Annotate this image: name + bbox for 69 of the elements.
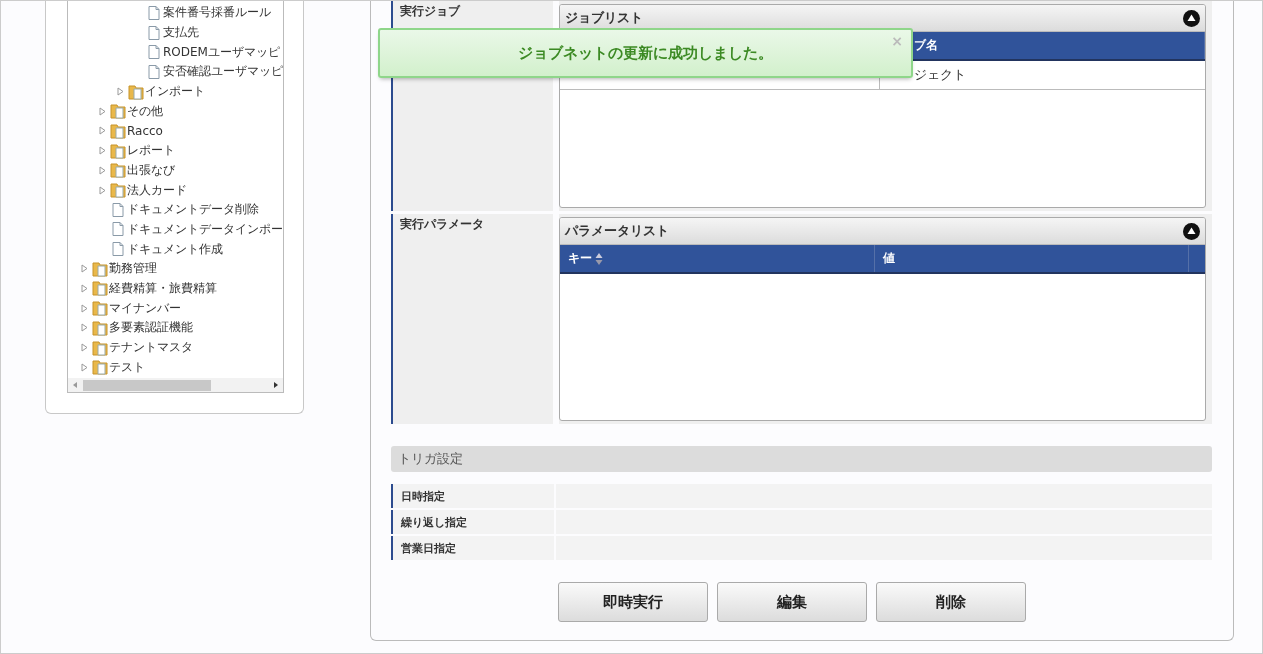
tree-item[interactable]: レポート [127,142,175,160]
expand-arrow-icon[interactable] [80,362,88,372]
document-icon [146,44,162,61]
folder-icon [128,83,144,100]
expand-arrow-icon[interactable] [80,323,88,333]
tree-item[interactable]: 法人カード [127,181,187,199]
expand-arrow-icon[interactable] [98,126,106,136]
folder-icon [92,260,108,277]
tree-item[interactable]: テスト [109,358,145,376]
collapse-icon[interactable] [1183,222,1200,240]
document-icon [110,221,126,238]
expand-arrow-icon[interactable] [98,106,106,116]
document-icon [146,4,162,21]
tree-item[interactable]: 案件番号採番ルール [163,4,271,22]
field-label: 繰り返し指定 [391,510,554,534]
section-header: トリガ設定 [391,446,1212,472]
expand-arrow-icon[interactable] [98,185,106,195]
tree-item[interactable]: その他 [127,102,163,120]
folder-icon [110,182,126,199]
tree-item[interactable]: マイナンバー [109,299,181,317]
field-label: 営業日指定 [391,536,554,560]
action-button[interactable]: 即時実行 [557,582,708,622]
list-title: ジョブリスト [565,9,643,27]
list-title: パラメータリスト [565,222,669,240]
expand-arrow-icon[interactable] [80,283,88,293]
tree-item[interactable]: ドキュメント作成 [127,240,223,258]
document-icon [146,63,162,80]
collapse-icon[interactable] [1183,9,1200,27]
expand-arrow-icon[interactable] [80,303,88,313]
tree-item[interactable]: 安否確認ユーザマッピ [163,63,283,81]
scroll-left-icon[interactable] [71,380,79,390]
expand-arrow-icon[interactable] [98,165,106,175]
tree-item[interactable]: 経費精算・旅費精算 [109,279,217,297]
folder-icon [110,142,126,159]
field-label: 日時指定 [391,484,554,508]
document-icon [146,24,162,41]
folder-icon [110,122,126,139]
folder-icon [92,319,108,336]
tree-item[interactable]: RODEMユーザマッピ [163,43,280,61]
folder-icon [92,280,108,297]
document-icon [110,241,126,258]
column-header[interactable]: 値 [874,245,1189,272]
tree-item[interactable]: ドキュメントデータ削除 [127,201,259,219]
folder-icon [92,300,108,317]
action-button[interactable]: 削除 [875,582,1026,622]
expand-arrow-icon[interactable] [116,87,124,97]
folder-icon [110,162,126,179]
document-icon [110,201,126,218]
tree-item[interactable]: テナントマスタ [109,339,193,357]
action-button[interactable]: 編集 [716,582,867,622]
tree-item[interactable]: ドキュメントデータインポー [127,220,283,238]
sort-icon[interactable] [595,251,603,266]
field-label: 実行パラメータ [391,214,553,424]
folder-icon [110,103,126,120]
expand-arrow-icon[interactable] [80,343,88,353]
tree-item[interactable]: Racco [127,123,163,138]
folder-icon [92,339,108,356]
tree-item[interactable]: 多要素認証機能 [109,319,193,337]
table-cell-text: ジェクト [913,66,966,84]
tree-item[interactable]: 勤務管理 [109,260,157,278]
column-header[interactable]: キー [560,245,875,272]
expand-arrow-icon[interactable] [98,146,106,156]
tree-item[interactable]: 支払先 [163,24,199,42]
expand-arrow-icon[interactable] [80,264,88,274]
horizontal-scrollbar[interactable] [68,378,283,392]
scroll-right-icon[interactable] [272,380,280,390]
tree-item[interactable]: インポート [145,83,205,101]
tree-item[interactable]: 出張なび [127,161,175,179]
folder-icon [92,359,108,376]
